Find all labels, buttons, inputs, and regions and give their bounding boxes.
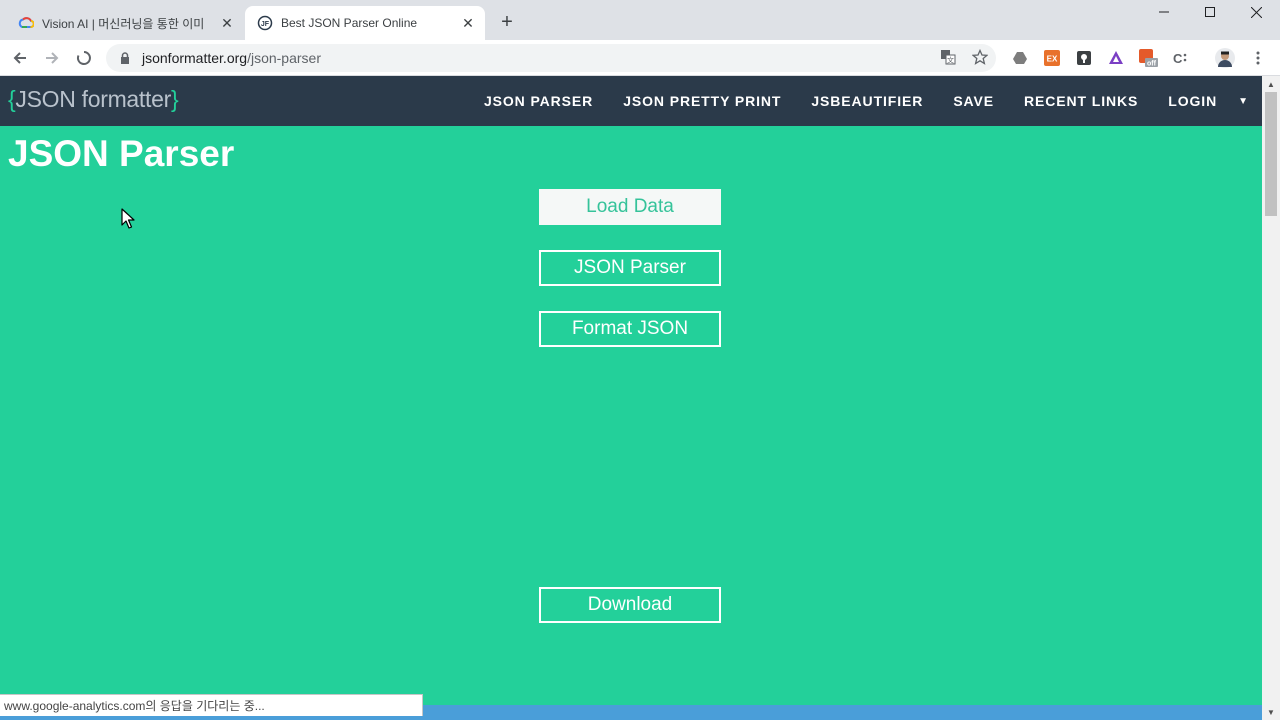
svg-text:JF: JF [261,21,270,28]
translate-icon[interactable]: 文 [937,46,959,68]
nav-jsbeautifier[interactable]: JSBEAUTIFIER [796,76,938,126]
code-extension-icon[interactable]: C [1170,48,1190,68]
profile-avatar[interactable] [1214,47,1236,69]
close-icon[interactable]: ✕ [457,12,479,34]
kebab-menu-icon[interactable] [1248,48,1268,68]
bookmark-star-icon[interactable] [969,46,991,68]
browser-toolbar: jsonformatter.org/json-parser 文 EX off C [0,40,1280,76]
site-navbar: {JSON formatter} JSON PARSER JSON PRETTY… [0,76,1262,126]
json-parser-button[interactable]: JSON Parser [539,250,721,286]
scrollbar-thumb[interactable] [1265,92,1277,216]
scroll-up-arrow-icon[interactable]: ▲ [1262,76,1280,92]
nav-links: JSON PARSER JSON PRETTY PRINT JSBEAUTIFI… [469,76,1262,126]
triangle-extension-icon[interactable] [1106,48,1126,68]
svg-text:C: C [1173,51,1183,66]
format-json-button[interactable]: Format JSON [539,311,721,347]
back-arrow-icon[interactable] [6,44,34,72]
new-tab-button[interactable]: + [494,9,520,35]
stop-loading-icon[interactable] [70,44,98,72]
browser-tab-strip: Vision AI | 머신러닝을 통한 이미 ✕ JF Best JSON P… [0,0,1280,40]
tab-json-parser[interactable]: JF Best JSON Parser Online ✕ [245,6,485,40]
jsonformatter-favicon-icon: JF [257,15,273,31]
download-button[interactable]: Download [539,587,721,623]
maximize-icon[interactable] [1187,0,1233,24]
svg-text:EX: EX [1047,55,1058,64]
drive-extension-icon[interactable] [1010,48,1030,68]
status-bubble: www.google-analytics.com의 응답을 기다리는 중... [0,694,423,716]
mouse-cursor-icon [121,208,135,230]
load-data-button[interactable]: Load Data [539,189,721,225]
ex-extension-icon[interactable]: EX [1042,48,1062,68]
off-extension-icon[interactable]: off [1138,48,1158,68]
svg-text:off: off [1147,61,1157,68]
forward-arrow-icon[interactable] [38,44,66,72]
page-scrollbar[interactable]: ▲ ▼ [1262,76,1280,720]
page-title: JSON Parser [8,133,235,174]
nav-login[interactable]: LOGIN [1153,76,1232,126]
close-icon[interactable]: ✕ [216,12,238,34]
shield-extension-icon[interactable] [1074,48,1094,68]
minimize-icon[interactable] [1141,0,1187,24]
caret-down-icon[interactable]: ▼ [1232,96,1262,107]
nav-save[interactable]: SAVE [938,76,1009,126]
tab-vision-ai[interactable]: Vision AI | 머신러닝을 통한 이미 ✕ [8,6,244,40]
nav-json-parser[interactable]: JSON PARSER [469,76,608,126]
window-close-icon[interactable] [1233,0,1279,24]
url-text: jsonformatter.org/json-parser [142,50,321,66]
nav-recent-links[interactable]: RECENT LINKS [1009,76,1153,126]
scroll-down-arrow-icon[interactable]: ▼ [1262,704,1280,720]
tab-title: Best JSON Parser Online [281,16,418,30]
nav-json-pretty-print[interactable]: JSON PRETTY PRINT [608,76,796,126]
google-cloud-icon [18,15,34,31]
address-bar[interactable]: jsonformatter.org/json-parser [106,44,996,72]
lock-icon[interactable] [118,51,132,65]
site-logo[interactable]: {JSON formatter} [8,86,179,113]
tab-title: Vision AI | 머신러닝을 통한 이미 [42,16,205,31]
svg-text:文: 文 [947,56,954,65]
